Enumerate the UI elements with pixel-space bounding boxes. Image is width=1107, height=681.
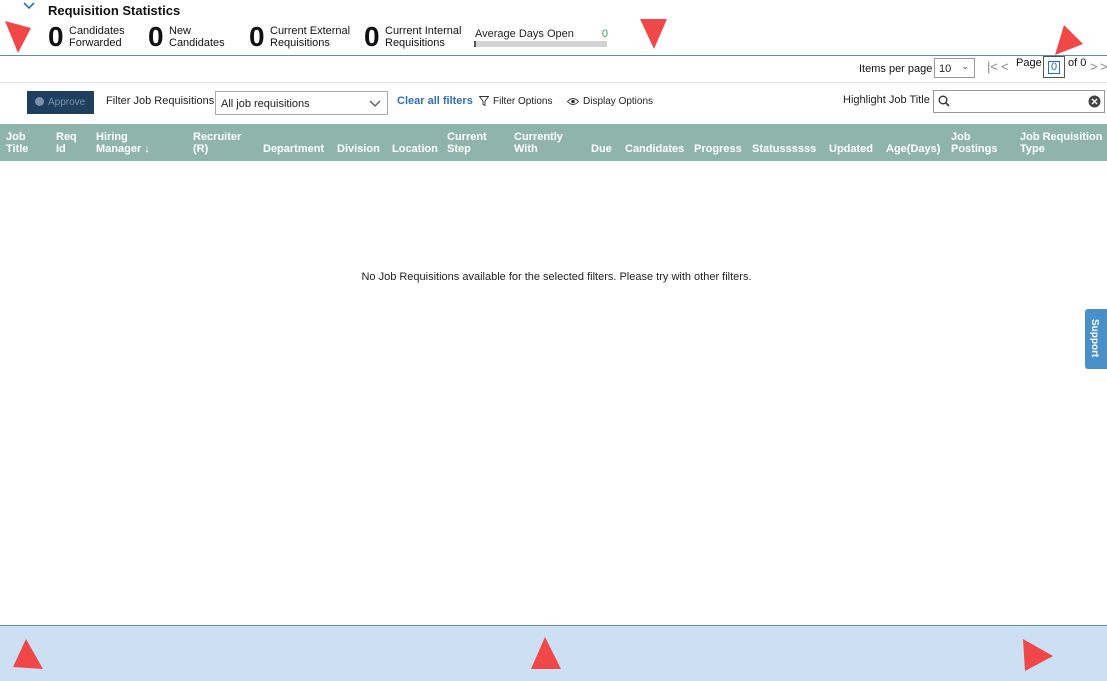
last-page-button[interactable]: >> <box>1100 59 1107 74</box>
previous-page-button[interactable]: < <box>1001 59 1009 74</box>
average-days-open: Average Days Open 0 <box>474 28 608 48</box>
approve-button[interactable]: Approve <box>27 91 94 114</box>
column-age-days[interactable]: Age(Days) <box>886 131 940 155</box>
highlight-job-title-label: Highlight Job Title <box>843 94 930 106</box>
average-days-open-label: Average Days Open <box>475 28 574 40</box>
chevron-down-icon[interactable] <box>22 1 36 11</box>
marker-arrow-icon <box>13 639 43 669</box>
chevron-down-icon <box>369 100 381 107</box>
column-location[interactable]: Location <box>392 131 438 155</box>
column-progress[interactable]: Progress <box>694 131 742 155</box>
marker-arrow-icon <box>1055 25 1083 55</box>
table-header: Job Title Req Id Hiring Manager ↓ Recruiter… <box>0 124 1107 161</box>
average-days-open-value: 0 <box>601 28 608 40</box>
stat-value: 0 <box>48 21 64 52</box>
first-page-button[interactable]: |< <box>987 59 998 74</box>
marker-arrow-icon <box>640 19 667 49</box>
stat-label: Candidates Forwarded <box>69 25 125 49</box>
items-per-page-select[interactable]: 10 ⌄ <box>934 58 975 78</box>
column-current-step[interactable]: Current Step <box>447 131 487 155</box>
display-options-button[interactable]: Display Options <box>567 96 653 107</box>
column-recruiter[interactable]: Recruiter (R) <box>193 131 241 155</box>
funnel-icon <box>479 96 489 106</box>
stat-value: 0 <box>148 21 164 52</box>
column-currently-with[interactable]: Currently With <box>514 131 563 155</box>
chevron-down-icon: ⌄ <box>961 61 969 71</box>
column-job-title[interactable]: Job Title <box>6 131 28 155</box>
stat-value: 0 <box>364 21 380 52</box>
column-candidates[interactable]: Candidates <box>625 131 684 155</box>
column-updated[interactable]: Updated <box>829 131 873 155</box>
stat-label: New Candidates <box>169 25 225 49</box>
column-due[interactable]: Due <box>591 131 612 155</box>
filter-options-button[interactable]: Filter Options <box>479 96 552 107</box>
page-count: of 0 <box>1068 57 1087 69</box>
marker-arrow-icon <box>531 637 561 669</box>
column-department[interactable]: Department <box>263 131 324 155</box>
marker-arrow-icon <box>1023 639 1053 671</box>
clear-icon[interactable] <box>1088 95 1101 108</box>
average-days-open-bar <box>474 41 607 47</box>
column-division[interactable]: Division <box>337 131 380 155</box>
column-status[interactable]: Statussssss <box>752 131 816 155</box>
stats-title: Requisition Statistics <box>48 3 181 18</box>
stat-value: 0 <box>249 21 265 52</box>
stat-label: Current Internal Requisitions <box>385 25 462 49</box>
requisition-statistics-panel: Requisition Statistics 0 Candidates Forwa… <box>0 0 1107 56</box>
column-hiring-manager[interactable]: Hiring Manager ↓ <box>96 131 150 155</box>
stat-new-candidates: 0 New Candidates <box>148 22 228 52</box>
marker-arrow-icon <box>5 21 31 53</box>
filter-job-requisitions-select[interactable]: All job requisitions <box>215 91 388 115</box>
empty-state-message: No Job Requisitions available for the se… <box>361 271 752 283</box>
search-icon <box>938 95 950 107</box>
stat-current-internal-requisitions: 0 Current Internal Requisitions <box>364 22 464 52</box>
clear-all-filters-link[interactable]: Clear all filters <box>397 95 473 107</box>
column-job-requisition-type[interactable]: Job Requisition Type <box>1020 131 1103 155</box>
highlight-job-title-input[interactable] <box>933 90 1105 113</box>
stat-current-external-requisitions: 0 Current External Requisitions <box>249 22 354 52</box>
page-label: Page <box>1016 57 1042 69</box>
column-job-postings[interactable]: Job Postings <box>951 131 997 155</box>
page-number-input[interactable]: 0 <box>1043 56 1065 78</box>
eye-icon <box>567 98 579 105</box>
pagination-bar: Items per page 10 ⌄ |< < Page 0 of 0 > >… <box>0 56 1107 82</box>
column-req-id[interactable]: Req Id <box>56 131 77 155</box>
stat-label: Current External Requisitions <box>270 25 351 49</box>
items-per-page-label: Items per page <box>859 63 933 75</box>
filter-job-requisitions-label: Filter Job Requisitions <box>106 95 215 107</box>
requisition-toolbar: Approve Filter Job Requisitions All job … <box>0 82 1107 124</box>
next-page-button[interactable]: > <box>1090 59 1098 74</box>
support-tab[interactable]: Support <box>1085 309 1107 369</box>
check-circle-icon <box>35 97 44 106</box>
stat-candidates-forwarded: 0 Candidates Forwarded <box>48 22 128 52</box>
